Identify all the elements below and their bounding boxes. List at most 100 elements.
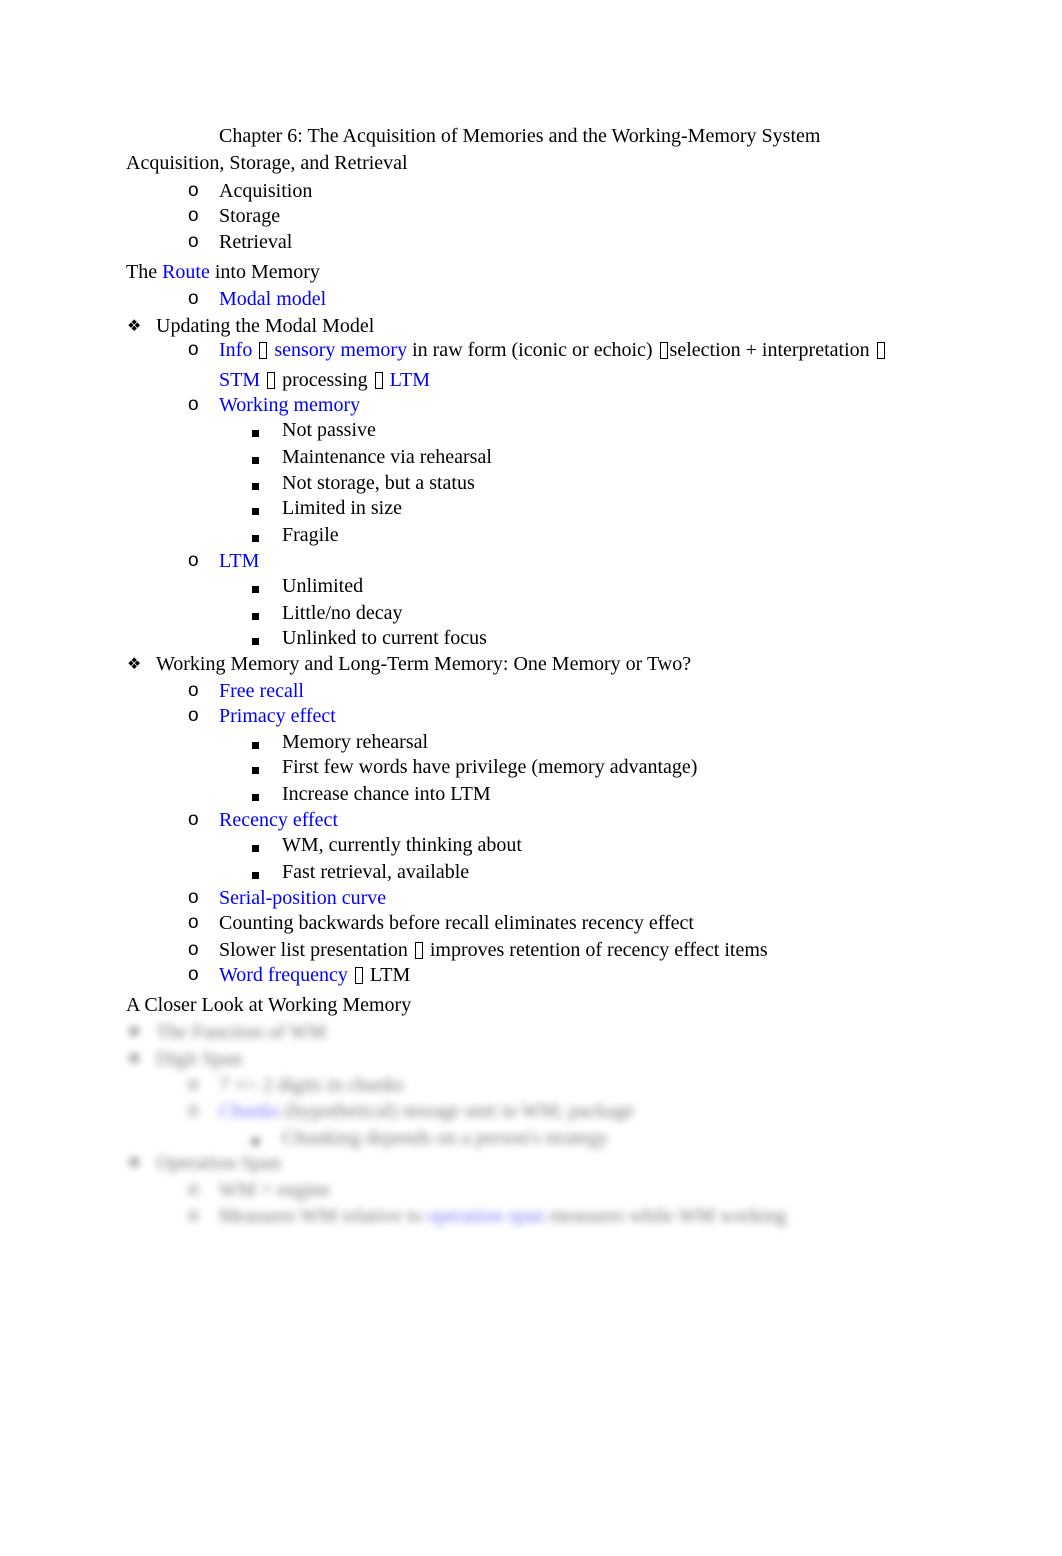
four-diamond-bullet-icon: ❖ [127, 1022, 142, 1041]
free-recall-link[interactable]: Free recall [219, 679, 304, 703]
circle-bullet-icon: o [188, 705, 199, 726]
info-text: selection + interpretation [669, 339, 870, 361]
circle-bullet-icon: o [188, 680, 199, 701]
blurred-text: (hypothetical) storage unit in WM; packa… [285, 1100, 635, 1122]
arrow-glyph-icon [259, 342, 268, 359]
square-bullet-icon [252, 755, 259, 779]
square-bullet-icon [252, 471, 259, 495]
circle-bullet-icon: o [188, 180, 199, 201]
ltm-link[interactable]: LTM [390, 369, 430, 391]
list-item: Storage [219, 205, 281, 227]
list-item: Retrieval [219, 231, 293, 253]
list-item: WM, currently thinking about [282, 834, 522, 856]
four-diamond-bullet-icon: ❖ [127, 316, 142, 335]
heading-text: into Memory [214, 261, 320, 283]
circle-bullet-icon: o [188, 809, 199, 830]
section-heading-one-memory-or-two: Working Memory and Long-Term Memory: One… [156, 653, 692, 675]
blurred-line: Chunking depends on a person's strategy [282, 1127, 609, 1149]
list-item: First few words have privilege (memory a… [282, 756, 698, 778]
serial-position-curve-link[interactable]: Serial-position curve [219, 886, 386, 910]
stm-link[interactable]: STM [219, 369, 260, 391]
list-item: Fast retrieval, available [282, 861, 470, 883]
blurred-line: Digit Span [156, 1048, 243, 1070]
list-item: Limited in size [282, 497, 402, 519]
list-item: Fragile [282, 524, 339, 546]
circle-bullet-icon: o [188, 1205, 199, 1226]
circle-bullet-icon: o [188, 964, 199, 985]
square-bullet-icon [252, 730, 259, 754]
four-diamond-bullet-icon: ❖ [127, 654, 142, 673]
arrow-glyph-icon [414, 942, 423, 959]
square-bullet-icon [252, 496, 259, 520]
list-item: Unlinked to current focus [282, 627, 487, 649]
square-bullet-icon [252, 445, 259, 469]
circle-bullet-icon: o [188, 1179, 199, 1200]
blurred-line: Operation Span [156, 1152, 281, 1174]
recency-effect-link[interactable]: Recency effect [219, 808, 338, 832]
info-text: in raw form (iconic or echoic) [412, 339, 653, 361]
square-bullet-icon [252, 574, 259, 598]
square-bullet-icon [252, 1126, 259, 1150]
list-item: Unlimited [282, 575, 364, 597]
list-item: Not passive [282, 419, 376, 441]
heading-text: The [126, 261, 158, 283]
list-item: Little/no decay [282, 602, 403, 624]
primacy-effect-link[interactable]: Primacy effect [219, 704, 336, 728]
list-item: Maintenance via rehearsal [282, 446, 492, 468]
circle-bullet-icon: o [188, 231, 199, 252]
blurred-text: measures while WM working [549, 1205, 787, 1227]
arrow-glyph-icon [374, 372, 383, 389]
circle-bullet-icon: o [188, 1100, 199, 1121]
square-bullet-icon [252, 782, 259, 806]
list-text: improves retention of recency effect ite… [429, 939, 768, 961]
info-text: processing [282, 369, 368, 391]
info-link[interactable]: Info [219, 339, 252, 361]
circle-bullet-icon: o [188, 912, 199, 933]
list-item: Memory rehearsal [282, 731, 429, 753]
blurred-line: 7 +/- 2 digits in chunks [219, 1074, 405, 1096]
arrow-glyph-icon [876, 342, 885, 359]
square-bullet-icon [252, 626, 259, 650]
working-memory-link[interactable]: Working memory [219, 393, 360, 417]
document-page: Chapter 6: The Acquisition of Memories a… [0, 0, 1062, 1556]
section-heading-closer-look: A Closer Look at Working Memory [126, 994, 412, 1016]
document-title: Chapter 6: The Acquisition of Memories a… [219, 125, 821, 147]
square-bullet-icon [252, 523, 259, 547]
circle-bullet-icon: o [188, 1074, 199, 1095]
list-item: Word frequency LTM [219, 963, 410, 987]
circle-bullet-icon: o [188, 394, 199, 415]
word-frequency-link[interactable]: Word frequency [219, 964, 348, 986]
list-text: Slower list presentation [219, 939, 408, 961]
info-flow-line-2: STM processing LTM [219, 368, 430, 392]
list-item: Counting backwards before recall elimina… [219, 912, 694, 934]
list-item: Not storage, but a status [282, 472, 475, 494]
blurred-text: Measures WM relative to [219, 1205, 423, 1227]
blurred-line: Chunks (hypothetical) storage unit in WM… [219, 1099, 634, 1123]
ltm-link[interactable]: LTM [219, 549, 259, 573]
chunks-link: Chunks [219, 1100, 281, 1122]
info-flow-line-1: Info sensory memory in raw form (iconic … [219, 338, 887, 362]
arrow-glyph-icon [659, 342, 668, 359]
route-link[interactable]: Route [162, 261, 210, 283]
sensory-memory-link[interactable]: sensory memory [274, 339, 407, 361]
circle-bullet-icon: o [188, 887, 199, 908]
modal-model-link[interactable]: Modal model [219, 287, 326, 311]
square-bullet-icon [252, 833, 259, 857]
blurred-line: The Function of WM [156, 1021, 327, 1043]
square-bullet-icon [252, 860, 259, 884]
circle-bullet-icon: o [188, 339, 199, 360]
arrow-glyph-icon [267, 372, 276, 389]
operation-span-link: operation span [427, 1205, 545, 1227]
arrow-glyph-icon [354, 967, 363, 984]
list-item: Increase chance into LTM [282, 783, 491, 805]
blurred-line: WM = engine [219, 1179, 331, 1201]
list-item: Acquisition [219, 180, 313, 202]
four-diamond-bullet-icon: ❖ [127, 1049, 142, 1068]
circle-bullet-icon: o [188, 550, 199, 571]
circle-bullet-icon: o [188, 288, 199, 309]
list-item: Slower list presentation improves retent… [219, 938, 768, 962]
list-text: LTM [369, 964, 411, 986]
square-bullet-icon [252, 418, 259, 442]
section-heading-updating-modal-model: Updating the Modal Model [156, 315, 375, 337]
circle-bullet-icon: o [188, 939, 199, 960]
